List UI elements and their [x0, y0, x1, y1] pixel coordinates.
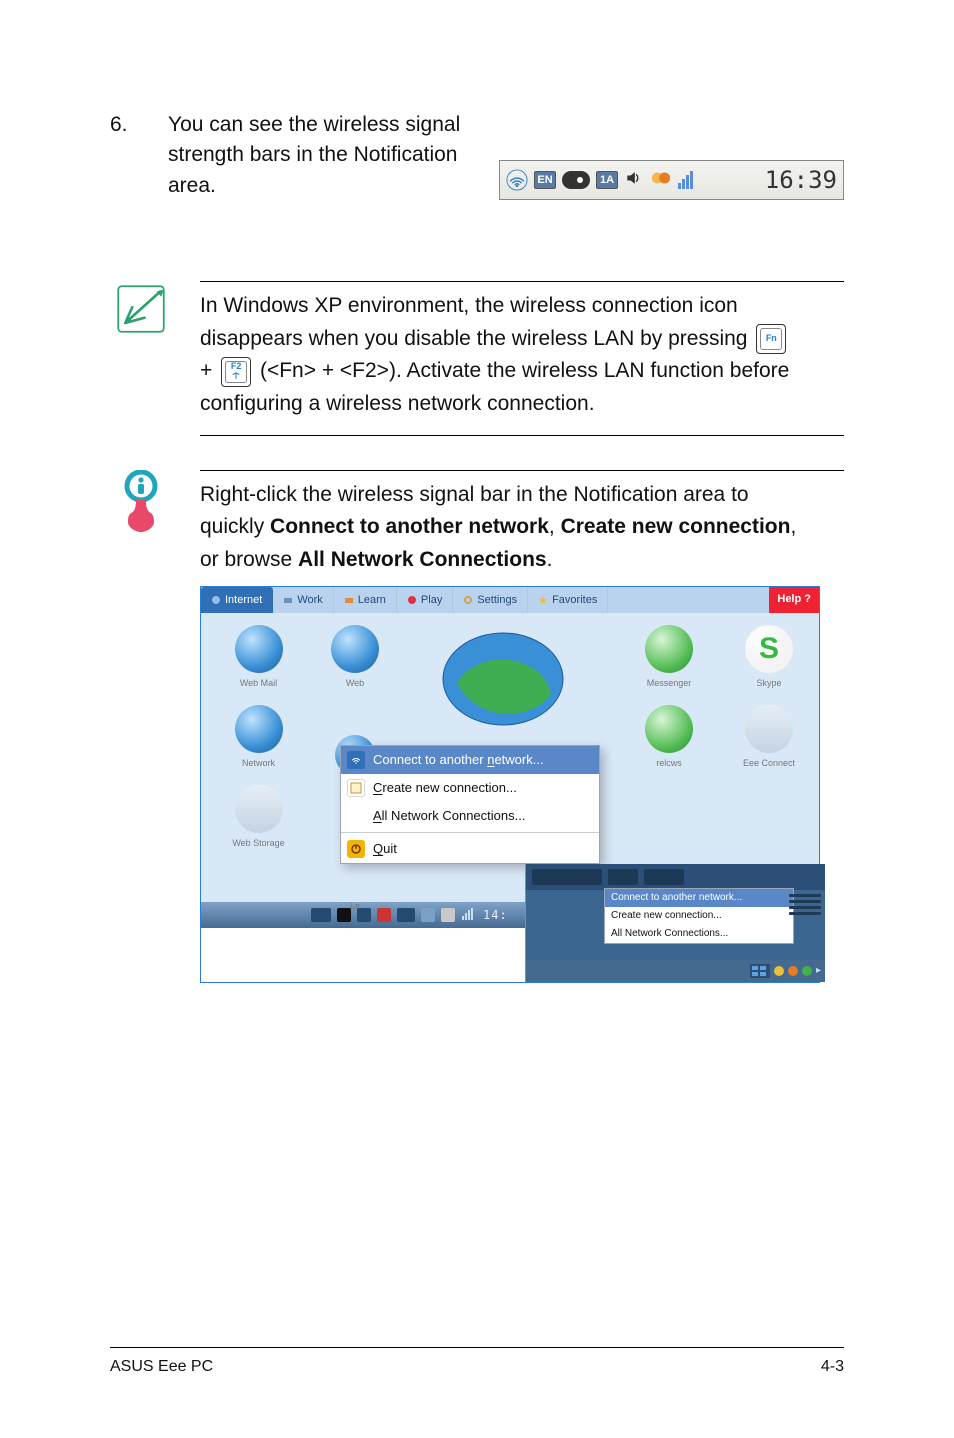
zoom-menu-all[interactable]: All Network Connections... — [605, 925, 793, 943]
taskbar-time: 14: — [483, 906, 508, 925]
note1-line3a: (<Fn> + <F2>). Activate the wireless LAN… — [260, 359, 789, 382]
tab-settings[interactable]: Settings — [453, 587, 528, 613]
camera-icon — [562, 171, 590, 189]
taskbar-chip — [337, 908, 351, 922]
zoom-flag-icon — [750, 964, 770, 978]
ime-indicator: 1A — [596, 171, 618, 189]
tip-icon — [110, 470, 172, 534]
volume-icon — [624, 168, 644, 193]
webstorage-label: Web Storage — [205, 837, 312, 851]
note2-line1: Right-click the wireless signal bar in t… — [200, 483, 749, 506]
zoom-context-menu: Connect to another network... Create new… — [604, 888, 794, 944]
note1-line2a: disappears when you disable the wireless… — [200, 327, 753, 350]
note2-bold3: All Network Connections — [298, 548, 547, 571]
system-tray-illustration: EN 1A 16:39 — [499, 160, 844, 200]
note-1-body: In Windows XP environment, the wireless … — [200, 281, 844, 435]
messenger-icon[interactable] — [645, 625, 693, 673]
note1-line1: In Windows XP environment, the wireless … — [200, 294, 738, 317]
taskbar-chip-red — [377, 908, 391, 922]
eeeconnect-icon[interactable] — [745, 705, 793, 753]
wireless-networks-label: relcws — [623, 757, 715, 771]
tab-learn[interactable]: Learn — [334, 587, 397, 613]
menu-quit[interactable]: Quit — [341, 835, 599, 863]
note1-line4: configuring a wireless network connectio… — [200, 392, 595, 415]
taskbar-chip — [357, 908, 371, 922]
taskbar-chip — [441, 908, 455, 922]
zoom-inset: Connect to another network... Create new… — [525, 864, 825, 982]
network-icon[interactable] — [235, 705, 283, 753]
antenna-glyph — [231, 371, 241, 381]
expand-icon: ▸ — [816, 963, 821, 979]
note2-line2a: quickly — [200, 515, 270, 538]
world-icon[interactable] — [423, 625, 583, 729]
wifi-menu-icon — [347, 751, 365, 769]
wireless-networks-icon[interactable] — [645, 705, 693, 753]
dot-icon — [788, 966, 798, 976]
tab-bar: Internet Work Learn Play — [201, 587, 819, 613]
quit-menu-icon — [347, 840, 365, 858]
screenshot: Internet Work Learn Play — [200, 586, 820, 983]
step-number: 6. — [110, 110, 140, 140]
taskbar-chip — [421, 908, 435, 922]
menu-all-connections[interactable]: All Network Connections... — [341, 802, 599, 830]
tab-favorites[interactable]: Favorites — [528, 587, 608, 613]
note2-bold2: Create new connection — [561, 515, 791, 538]
dot-icon — [802, 966, 812, 976]
utility-icon — [650, 167, 672, 194]
lang-indicator: EN — [534, 171, 556, 189]
step-text: You can see the wireless signal strength… — [168, 110, 468, 201]
footer-right: 4-3 — [821, 1358, 844, 1376]
menu-create-connection[interactable]: Create new connection... — [341, 774, 599, 802]
taskbar-signal-icon — [461, 899, 477, 932]
tab-work[interactable]: Work — [273, 587, 333, 613]
dot-icon — [774, 966, 784, 976]
f2-key-icon: F2 — [221, 357, 251, 387]
note-2-body: Right-click the wireless signal bar in t… — [200, 470, 844, 984]
context-menu: Connect to another network... Create new… — [340, 745, 600, 864]
blank-menu-icon — [347, 807, 365, 825]
zoom-dock — [789, 894, 821, 918]
tray-clock: 16:39 — [765, 166, 837, 194]
webmail-label: Web Mail — [205, 677, 312, 691]
fn-key-icon: Fn — [756, 324, 786, 354]
skype-label: Skype — [723, 677, 815, 691]
help-button[interactable]: Help ? — [769, 587, 819, 613]
web-icon[interactable] — [331, 625, 379, 673]
footer-left: ASUS Eee PC — [110, 1358, 213, 1376]
note-icon — [110, 281, 172, 337]
webstorage-icon[interactable] — [235, 785, 283, 833]
webmail-icon[interactable] — [235, 625, 283, 673]
menu-separator — [341, 832, 599, 833]
note1-plus: + — [200, 359, 218, 382]
signal-bars-icon — [678, 171, 693, 189]
web-label: Web — [320, 677, 390, 691]
note2-bold1: Connect to another network — [270, 515, 549, 538]
network-label: Network — [205, 757, 312, 771]
menu-connect-network[interactable]: Connect to another network... — [341, 746, 599, 774]
zoom-bottom-bar: ▸ — [526, 960, 825, 982]
skype-icon[interactable]: S — [745, 625, 793, 673]
taskbar-chip — [311, 908, 331, 922]
zoom-menu-connect[interactable]: Connect to another network... — [605, 889, 793, 907]
page-footer: ASUS Eee PC 4-3 — [110, 1347, 844, 1376]
wifi-icon — [506, 169, 528, 191]
tab-internet[interactable]: Internet — [201, 587, 273, 613]
taskbar-chip — [397, 908, 415, 922]
eeeconnect-label: Eee Connect — [723, 757, 815, 771]
create-menu-icon — [347, 779, 365, 797]
left-column: Web Mail Network Web Storage — [201, 613, 316, 920]
tab-play[interactable]: Play — [397, 587, 453, 613]
zoom-menu-create[interactable]: Create new connection... — [605, 907, 793, 925]
messenger-label: Messenger — [623, 677, 715, 691]
